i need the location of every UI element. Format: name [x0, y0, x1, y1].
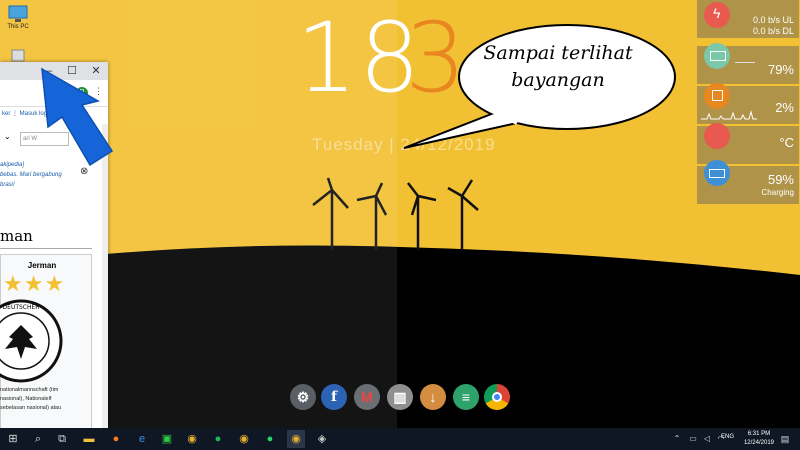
- taskbar-date: 12/24/2019: [743, 440, 774, 446]
- callout-line-2: bayangan: [511, 69, 605, 91]
- cpu-value: 2%: [775, 100, 794, 115]
- desktop-icon-recycle-bin[interactable]: [3, 48, 33, 62]
- spotify-icon[interactable]: ●: [209, 430, 227, 448]
- network-download: 0.0 b/s DL: [752, 26, 794, 36]
- desktop-icon-this-pc[interactable]: This PC: [3, 4, 33, 30]
- edge-icon[interactable]: e: [133, 430, 151, 448]
- gmail-icon[interactable]: M: [354, 384, 380, 410]
- task-view-icon[interactable]: ⧉: [53, 430, 71, 448]
- files-icon[interactable]: ▥: [387, 384, 413, 410]
- widget-network[interactable]: ϟ 0.0 b/s UL 0.0 b/s DL: [697, 0, 799, 38]
- callout-text: Sampai terlihat bayangan: [468, 40, 648, 94]
- widget-battery[interactable]: 59% Charging: [697, 160, 799, 204]
- widget-cpu[interactable]: 2%: [697, 83, 799, 124]
- infobox-title: Jerman: [27, 261, 57, 270]
- monitor-icon: [8, 5, 28, 22]
- desktop-icon-label: This PC: [7, 24, 29, 30]
- firefox-icon[interactable]: ●: [107, 430, 125, 448]
- widget-temperature[interactable]: °C: [697, 123, 799, 164]
- stars-icon: ★★★: [3, 271, 66, 296]
- annotation-arrow-icon: [41, 67, 114, 167]
- battery-value: 59%: [767, 172, 794, 187]
- bolt-icon: ϟ: [704, 2, 730, 28]
- file-explorer-icon[interactable]: ▬: [80, 430, 98, 448]
- start-icon[interactable]: ⊞: [4, 430, 22, 448]
- article-body: nationalmannschaft (tim nasional), Natio…: [0, 387, 62, 411]
- chrome-icon[interactable]: ◉: [287, 430, 305, 448]
- svg-text:DEUTSCHER: DEUTSCHER: [3, 304, 40, 311]
- taskbar-clock[interactable]: 6:31 PM 12/24/2019: [744, 430, 774, 448]
- notifications-icon[interactable]: ▤: [776, 430, 794, 448]
- chrome-icon[interactable]: [484, 384, 510, 410]
- taskbar: ⊞ ⌕ ⧉ ▬ ● e ▣ ◉ ● ◉ ● ◉ ◈ ⌃ ▭ ◁ ◠ ENG 6:…: [0, 428, 800, 450]
- whatsapp-icon[interactable]: ●: [261, 430, 279, 448]
- article-title: man: [0, 227, 33, 245]
- chrome-icon[interactable]: ◉: [235, 430, 253, 448]
- desktop: 18 3 Tuesday | 24/12/2019 Sampai terliha…: [0, 0, 800, 450]
- language-indicator[interactable]: ENG: [721, 434, 734, 440]
- dropdown-chevron-icon[interactable]: ⌄: [4, 132, 11, 141]
- cpu-icon: [704, 83, 730, 109]
- docs-icon[interactable]: ≡: [453, 384, 479, 410]
- ram-value: 79%: [767, 62, 794, 77]
- dfb-crest-icon: DEUTSCHER: [0, 299, 63, 383]
- callout-line-1: Sampai terlihat: [483, 42, 633, 64]
- download-icon[interactable]: ↓: [420, 384, 446, 410]
- recycle-bin-icon: [11, 49, 25, 62]
- app-icon[interactable]: ◈: [313, 430, 331, 448]
- temperature-value: °C: [779, 135, 794, 150]
- battery-status: Charging: [761, 188, 794, 197]
- widget-ram[interactable]: 79%: [697, 43, 799, 84]
- title-divider: [0, 248, 92, 249]
- chrome-icon[interactable]: ◉: [183, 430, 201, 448]
- battery-icon: [704, 160, 730, 186]
- line-icon[interactable]: ▣: [158, 430, 176, 448]
- facebook-icon[interactable]: f: [321, 384, 347, 410]
- thermometer-icon: [704, 123, 730, 149]
- ram-icon: [704, 43, 730, 69]
- taskbar-time: 6:31 PM: [747, 431, 771, 437]
- search-icon[interactable]: ⌕: [29, 430, 47, 448]
- network-upload: 0.0 b/s UL: [752, 15, 794, 25]
- cpu-graph: [701, 110, 757, 120]
- settings-icon[interactable]: ⚙: [290, 384, 316, 410]
